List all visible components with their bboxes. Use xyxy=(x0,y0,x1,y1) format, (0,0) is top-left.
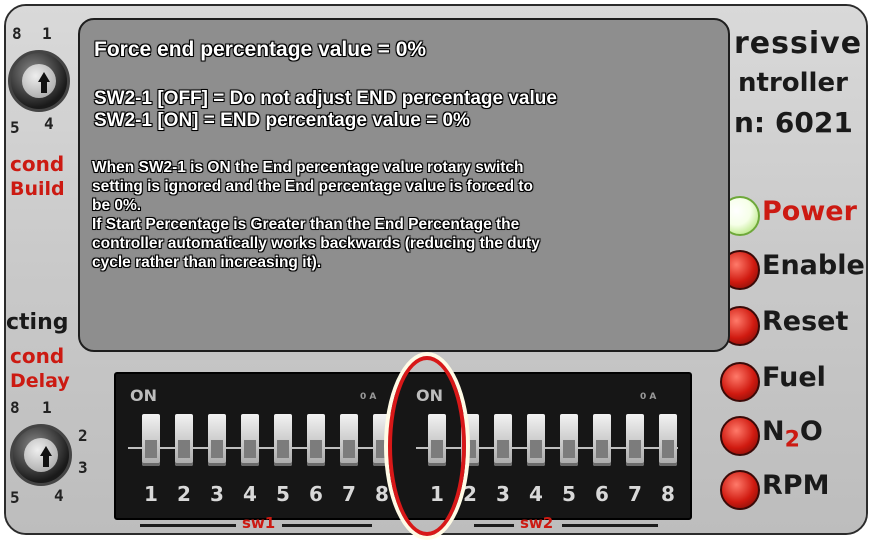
left-label-delay: Delay xyxy=(10,370,70,392)
sw2-switch-7[interactable] xyxy=(626,414,644,466)
left-label-cond-2: cond xyxy=(10,344,65,368)
sw2-switch-5[interactable] xyxy=(560,414,578,466)
rpm-led xyxy=(720,470,760,510)
sw2-1-highlight-ring xyxy=(388,356,466,536)
sw1-switch-1[interactable] xyxy=(142,414,160,466)
sw2-switch-4[interactable] xyxy=(527,414,545,466)
sw1-switch-2[interactable] xyxy=(175,414,193,466)
sw1-label: sw1 xyxy=(242,514,276,532)
sw1-number: 3 xyxy=(210,482,224,506)
rotary-bottom-number-5: 5 xyxy=(10,488,20,507)
help-tooltip: Force end percentage value = 0% SW2-1 [O… xyxy=(78,18,730,352)
rotary-bottom-number-1: 1 xyxy=(42,398,52,417)
rotary-bottom-number-8: 8 xyxy=(10,398,20,417)
sw1-switch-6[interactable] xyxy=(307,414,325,466)
sw2-switch-8[interactable] xyxy=(659,414,677,466)
tooltip-body: When SW2-1 is ON the End percentage valu… xyxy=(92,158,716,272)
sw1-number: 4 xyxy=(243,482,257,506)
sw2-number: 3 xyxy=(496,482,510,506)
rotary-switch-top[interactable] xyxy=(8,50,70,112)
brand-line-3: n: 6021 xyxy=(734,106,853,139)
sw2-label: sw2 xyxy=(520,514,554,532)
tooltip-body-line: setting is ignored and the End percentag… xyxy=(92,178,533,195)
left-label-build: Build xyxy=(10,178,65,200)
tooltip-body-line: be 0%. xyxy=(92,197,142,214)
left-label-cting: cting xyxy=(6,310,69,335)
sw1-on-label: ON xyxy=(130,386,157,405)
sw2-number: 5 xyxy=(562,482,576,506)
sw1-switch-3[interactable] xyxy=(208,414,226,466)
rpm-label: RPM xyxy=(762,470,830,501)
sw2-number: 6 xyxy=(595,482,609,506)
sw2-oa-label: 0 A xyxy=(640,392,657,402)
rotary-bottom-number-2: 2 xyxy=(78,426,88,445)
sw1-number: 7 xyxy=(342,482,356,506)
sw1-number: 1 xyxy=(144,482,158,506)
sw1-number: 5 xyxy=(276,482,290,506)
sw2-number: 4 xyxy=(529,482,543,506)
sw1-number: 2 xyxy=(177,482,191,506)
sw1-number: 6 xyxy=(309,482,323,506)
reset-label: Reset xyxy=(762,306,849,337)
tooltip-title: Force end percentage value = 0% xyxy=(94,38,427,61)
tooltip-body-line: If Start Percentage is Greater than the … xyxy=(92,216,520,233)
sw1-switch-7[interactable] xyxy=(340,414,358,466)
left-label-cond: cond xyxy=(10,152,65,176)
tooltip-body-line: When SW2-1 is ON the End percentage valu… xyxy=(92,159,524,176)
rotary-switch-bottom[interactable] xyxy=(10,424,72,486)
nitrous-label: N2O xyxy=(762,416,823,453)
rotary-bottom-number-3: 3 xyxy=(78,458,88,477)
fuel-label: Fuel xyxy=(762,362,826,393)
sw1-number: 8 xyxy=(375,482,389,506)
rotary-top-number-1: 1 xyxy=(42,24,52,43)
nitrous-led xyxy=(720,416,760,456)
enable-label: Enable xyxy=(762,250,865,281)
tooltip-body-line: cycle rather than increasing it). xyxy=(92,254,322,271)
sw1-switch-5[interactable] xyxy=(274,414,292,466)
sw1-oa-label: 0 A xyxy=(360,392,377,402)
tooltip-line-off: SW2-1 [OFF] = Do not adjust END percenta… xyxy=(94,88,557,109)
rotary-top-number-5: 5 xyxy=(10,118,20,137)
rotary-bottom-number-4: 4 xyxy=(54,486,64,505)
brand-line-2: ntroller xyxy=(738,68,848,98)
brand-line-1: ressive xyxy=(734,26,863,61)
rotary-top-number-8: 8 xyxy=(12,24,22,43)
tooltip-body-line: controller automatically works backwards… xyxy=(92,235,540,252)
sw2-number: 8 xyxy=(661,482,675,506)
sw2-switch-6[interactable] xyxy=(593,414,611,466)
power-label: Power xyxy=(762,196,857,227)
sw2-number: 7 xyxy=(628,482,642,506)
sw1-switch-4[interactable] xyxy=(241,414,259,466)
tooltip-line-on: SW2-1 [ON] = END percentage value = 0% xyxy=(94,110,470,131)
rotary-top-number-4: 4 xyxy=(44,114,54,133)
sw2-switch-3[interactable] xyxy=(494,414,512,466)
fuel-led xyxy=(720,362,760,402)
